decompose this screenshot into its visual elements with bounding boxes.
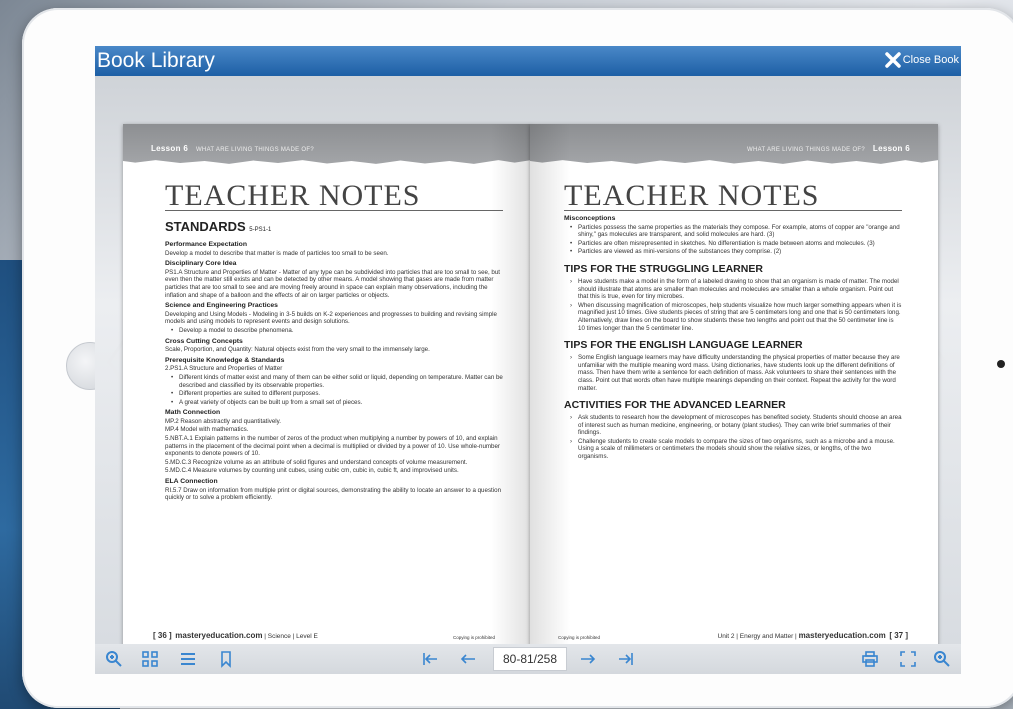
list-item: Some English language learners may have … <box>564 354 902 392</box>
close-icon <box>884 52 901 68</box>
list-item: Develop a model to describe phenomena. <box>165 327 503 335</box>
last-page-icon[interactable] <box>617 650 635 668</box>
running-head: WHAT ARE LIVING THINGS MADE OF? Lesson 6 <box>747 144 910 153</box>
page-number-field[interactable]: 80-81/258 <box>493 647 567 671</box>
section-title: Misconceptions <box>564 215 616 222</box>
left-page-content: STANDARDS 5-PS1-1 Performance Expectatio… <box>165 214 503 503</box>
list-item: Particles are viewed as mini-versions of… <box>564 248 902 256</box>
section-title: Science and Engineering Practices <box>165 302 278 310</box>
bottom-toolbar: 80-81/258 <box>95 644 961 674</box>
zoom-in-icon[interactable] <box>105 650 123 668</box>
section-body: Develop a model to describe that matter … <box>165 249 389 257</box>
app-header: Book Library Close Book <box>95 46 961 76</box>
list-item: Particles possess the same properties as… <box>564 224 902 239</box>
section-title: Math Connection <box>165 409 221 417</box>
heading-rule <box>165 210 503 211</box>
heading-rule <box>564 210 902 211</box>
list-item: A great variety of objects can be built … <box>165 399 503 407</box>
section-title: Performance Expectation <box>165 241 247 248</box>
book-viewer-screen: Book Library Close Book Lesson 6 WHAT AR… <box>95 46 961 674</box>
zoom-icon[interactable] <box>933 650 951 668</box>
app-title: Book Library <box>97 49 215 72</box>
page-heading: TEACHER NOTES <box>165 179 421 212</box>
section-body: 2.PS1.A Structure and Properties of Matt… <box>165 365 283 373</box>
table-of-contents-icon[interactable] <box>179 650 197 668</box>
bookmark-icon[interactable] <box>217 650 235 668</box>
right-page-content: Misconceptions Particles possess the sam… <box>564 212 902 462</box>
copy-notice: Copying is prohibited <box>453 635 496 640</box>
thumbnails-grid-icon[interactable] <box>141 650 159 668</box>
section-body: 5.NBT.A.1 Explain patterns in the number… <box>165 435 500 458</box>
left-page[interactable]: Lesson 6 WHAT ARE LIVING THINGS MADE OF?… <box>123 124 531 654</box>
section-title: ELA Connection <box>165 478 218 486</box>
first-page-icon[interactable] <box>421 650 439 668</box>
section-title: TIPS FOR THE ENGLISH LANGUAGE LEARNER <box>564 339 803 352</box>
section-body: MP.2 Reason abstractly and quantitativel… <box>165 417 282 425</box>
section-body: RI.5.7 Draw on information from multiple… <box>165 486 502 502</box>
section-title: Cross Cutting Concepts <box>165 337 243 345</box>
right-page[interactable]: WHAT ARE LIVING THINGS MADE OF? Lesson 6… <box>530 124 938 654</box>
section-title: ACTIVITIES FOR THE ADVANCED LEARNER <box>564 399 786 412</box>
list-item: Challenge students to create scale model… <box>564 438 902 461</box>
left-page-footer: [ 36 ] masteryeducation.com | Science | … <box>153 631 318 640</box>
section-title: Disciplinary Core Idea <box>165 260 237 268</box>
section-title: TIPS FOR THE STRUGGLING LEARNER <box>564 262 763 275</box>
list-item: Different kinds of matter exist and many… <box>165 374 503 389</box>
fullscreen-icon[interactable] <box>899 650 917 668</box>
list-item: Particles are often misrepresented in sk… <box>564 240 902 248</box>
section-body: MP.4 Model with mathematics. <box>165 426 249 434</box>
section-body: PS1.A Structure and Properties of Matter… <box>165 268 500 299</box>
list-item: Have students make a model in the form o… <box>564 278 902 301</box>
section-body: 5.MD.C.3 Recognize volume as an attribut… <box>165 458 468 466</box>
right-page-footer: Unit 2 | Energy and Matter | masteryeduc… <box>717 631 909 640</box>
page-heading: TEACHER NOTES <box>564 179 820 212</box>
section-body: Developing and Using Models - Modeling i… <box>165 310 497 326</box>
book-spread: Lesson 6 WHAT ARE LIVING THINGS MADE OF?… <box>95 76 961 654</box>
camera-dot <box>997 360 1005 368</box>
section-title: Prerequisite Knowledge & Standards <box>165 356 285 364</box>
close-book-label: Close Book <box>902 54 959 66</box>
standards-title: STANDARDS 5-PS1-1 <box>165 219 272 234</box>
running-head: Lesson 6 WHAT ARE LIVING THINGS MADE OF? <box>151 144 314 153</box>
list-item: Ask students to research how the develop… <box>564 414 902 437</box>
section-body: 5.MD.C.4 Measure volumes by counting uni… <box>165 467 459 475</box>
close-book-button[interactable]: Close Book <box>884 52 959 68</box>
next-page-icon[interactable] <box>579 650 597 668</box>
copy-notice: Copying is prohibited <box>558 635 601 640</box>
list-item: Different properties are suited to diffe… <box>165 390 503 398</box>
previous-page-icon[interactable] <box>459 650 477 668</box>
print-icon[interactable] <box>861 650 879 668</box>
section-body: Scale, Proportion, and Quantity: Natural… <box>165 346 430 354</box>
list-item: When discussing magnification of microsc… <box>564 302 902 332</box>
